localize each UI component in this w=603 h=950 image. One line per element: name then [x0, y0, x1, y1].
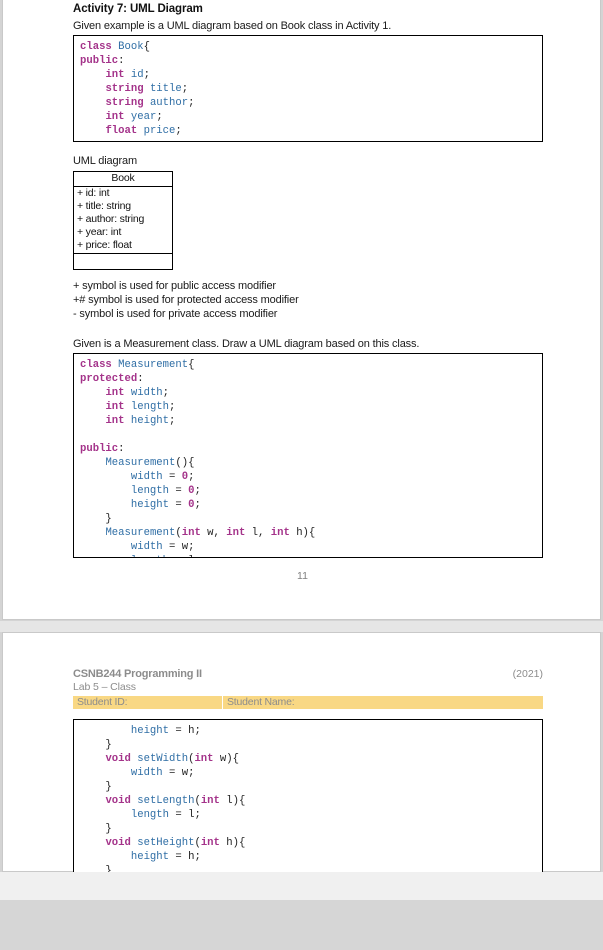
uml-attributes-row: + id: int + title: string + author: string…	[73, 186, 173, 254]
code-block-measurement-part1: class Measurement{ protected: int width;…	[73, 353, 543, 558]
page-1-content: Activity 7: UML Diagram Given example is…	[73, 3, 600, 558]
student-info-bar: Student ID: Student Name:	[73, 696, 543, 709]
page-separator	[0, 621, 603, 632]
course-year: (2021)	[512, 668, 543, 680]
uml-header-row: Book	[73, 171, 173, 187]
code-book: class Book{ public: int id; string title…	[80, 41, 195, 137]
code-block-book: class Book{ public: int id; string title…	[73, 35, 543, 142]
activity-intro-text: Given example is a UML diagram based on …	[73, 20, 392, 32]
header-title-row: CSNB244 Programming II (2021)	[73, 668, 543, 680]
task-instruction-text: Given is a Measurement class. Draw a UML…	[73, 338, 420, 350]
uml-attribute: + author: string	[77, 213, 145, 225]
page-title: Activity 7: UML Diagram	[73, 3, 203, 15]
uml-attributes-cell: + id: int + title: string + author: string…	[73, 186, 173, 254]
document-page-2: CSNB244 Programming II (2021) Lab 5 – Cl…	[2, 632, 601, 875]
uml-body: Book + id: int + title: string + author: st…	[73, 171, 173, 270]
page-2-content: height = h; } void setWidth(int w){ widt…	[73, 719, 600, 875]
code-measurement-1: class Measurement{ protected: int width;…	[80, 359, 316, 557]
code-block-measurement-part2: height = h; } void setWidth(int w){ widt…	[73, 719, 543, 875]
uml-attribute: + price: float	[77, 239, 132, 251]
symbol-note: +# symbol is used for protected access m…	[73, 294, 299, 306]
uml-methods-row	[73, 253, 173, 270]
uml-methods-cell	[73, 253, 173, 270]
page-header: CSNB244 Programming II (2021) Lab 5 – Cl…	[73, 668, 543, 709]
document-page-1: Activity 7: UML Diagram Given example is…	[2, 0, 601, 620]
student-name-label: Student Name:	[227, 696, 295, 708]
lab-title: Lab 5 – Class	[73, 681, 136, 693]
course-title: CSNB244 Programming II	[73, 668, 202, 680]
uml-attribute: + id: int	[77, 187, 110, 199]
symbol-notes-list: + symbol is used for public access modif…	[73, 280, 600, 320]
uml-attribute: + title: string	[77, 200, 131, 212]
code-measurement-2: height = h; } void setWidth(int w){ widt…	[80, 725, 246, 875]
student-id-label: Student ID:	[73, 696, 223, 709]
page-number: 11	[297, 570, 308, 582]
symbol-note: - symbol is used for private access modi…	[73, 308, 278, 320]
uml-diagram-caption: UML diagram	[73, 155, 137, 167]
uml-class-name: Book	[73, 171, 173, 187]
document-viewer[interactable]: Activity 7: UML Diagram Given example is…	[0, 0, 603, 950]
viewer-background-lower	[0, 900, 603, 950]
uml-class-box: Book + id: int + title: string + author: st…	[73, 171, 173, 270]
uml-attribute: + year: int	[77, 226, 122, 238]
symbol-note: + symbol is used for public access modif…	[73, 280, 276, 292]
